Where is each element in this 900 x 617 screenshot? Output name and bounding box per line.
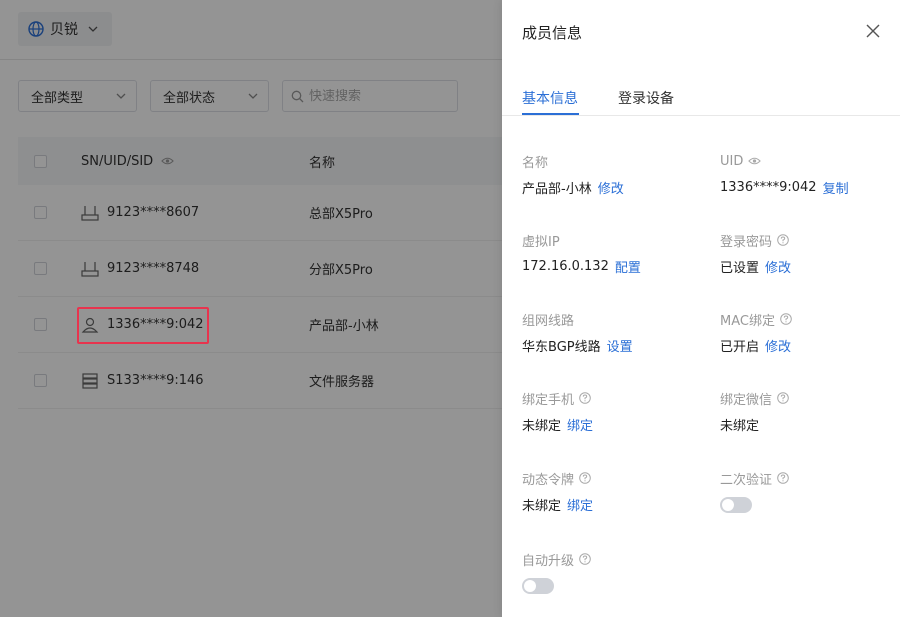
eye-icon[interactable] [748,156,762,166]
modal-overlay[interactable] [0,0,502,617]
wechat-value: 未绑定 [720,418,760,434]
drawer-title: 成员信息 [522,24,583,42]
field-label-row: 绑定微信 [720,389,789,408]
mac-value: 已开启 [720,339,760,355]
field-value-row: 未绑定 绑定 [522,495,593,514]
field-label-row: 动态令牌 [522,469,593,488]
field-login-password: 登录密码 已设置 修改 [720,231,791,276]
two-factor-toggle[interactable] [720,497,752,513]
help-icon[interactable] [579,472,591,484]
drawer-tabs: 基本信息 登录设备 [502,76,900,116]
field-value-row: 1336****9:042 复制 [720,178,849,197]
field-dynamic-token: 动态令牌 未绑定 绑定 [522,469,593,514]
set-line-link[interactable]: 设置 [607,336,633,355]
member-info-drawer: 成员信息 基本信息 登录设备 名称 产品部-小林 修改 UID 1336****… [502,0,900,617]
field-network-line: 组网线路 华东BGP线路 设置 [522,310,633,355]
field-name: 名称 产品部-小林 修改 [522,152,624,197]
edit-mac-link[interactable]: 修改 [765,336,791,355]
field-value-row: 已开启 修改 [720,336,792,355]
toggle-knob [722,499,734,511]
highlight-box [77,307,209,344]
field-label-row: MAC绑定 [720,310,792,329]
field-virtual-ip: 虚拟IP 172.16.0.132 配置 [522,231,641,276]
tab-login-devices[interactable]: 登录设备 [618,88,674,108]
field-value-row: 172.16.0.132 配置 [522,257,641,276]
name-value: 产品部-小林 [522,181,592,197]
phone-label: 绑定手机 [522,392,575,408]
wechat-label: 绑定微信 [720,392,773,408]
edit-name-link[interactable]: 修改 [598,178,624,197]
edit-password-link[interactable]: 修改 [765,257,791,276]
mac-label: MAC绑定 [720,313,775,329]
tab-basic-info[interactable]: 基本信息 [522,88,578,108]
token-label: 动态令牌 [522,472,575,488]
field-value-row: 未绑定 绑定 [522,415,593,434]
bind-token-link[interactable]: 绑定 [567,495,593,514]
field-bind-wechat: 绑定微信 未绑定 [720,389,789,434]
field-label: 虚拟IP [522,234,560,250]
network-line-value: 华东BGP线路 [522,339,601,355]
uid-value: 1336****9:042 [720,179,817,195]
field-two-factor: 二次验证 [720,469,789,513]
field-mac-binding: MAC绑定 已开启 修改 [720,310,792,355]
field-label: 名称 [522,155,549,171]
copy-uid-link[interactable]: 复制 [823,178,849,197]
help-icon[interactable] [579,392,591,404]
close-icon[interactable] [864,22,882,40]
field-label-row: 登录密码 [720,231,791,250]
field-bind-phone: 绑定手机 未绑定 绑定 [522,389,593,434]
auto-upgrade-label: 自动升级 [522,553,575,569]
phone-value: 未绑定 [522,418,562,434]
uid-label: UID [720,153,744,169]
token-value: 未绑定 [522,498,562,514]
field-auto-upgrade: 自动升级 [522,550,591,594]
field-label-row: UID [720,152,849,170]
field-value-row: 华东BGP线路 设置 [522,336,633,355]
help-icon[interactable] [777,392,789,404]
configure-ip-link[interactable]: 配置 [615,257,641,276]
field-label-row: 绑定手机 [522,389,593,408]
virtual-ip-value: 172.16.0.132 [522,258,609,274]
active-tab-indicator [522,113,579,115]
password-label: 登录密码 [720,234,773,250]
two-factor-label: 二次验证 [720,472,773,488]
field-value-row: 已设置 修改 [720,257,791,276]
field-label-row: 二次验证 [720,469,789,488]
help-icon[interactable] [780,313,792,325]
field-uid: UID 1336****9:042 复制 [720,152,849,197]
field-label: 组网线路 [522,313,575,329]
field-value-row: 产品部-小林 修改 [522,178,624,197]
auto-upgrade-toggle[interactable] [522,578,554,594]
bind-phone-link[interactable]: 绑定 [567,415,593,434]
help-icon[interactable] [777,472,789,484]
toggle-knob [524,580,536,592]
field-label-row: 自动升级 [522,550,591,569]
help-icon[interactable] [579,553,591,565]
field-value-row: 未绑定 [720,415,789,434]
password-value: 已设置 [720,260,760,276]
help-icon[interactable] [777,234,789,246]
